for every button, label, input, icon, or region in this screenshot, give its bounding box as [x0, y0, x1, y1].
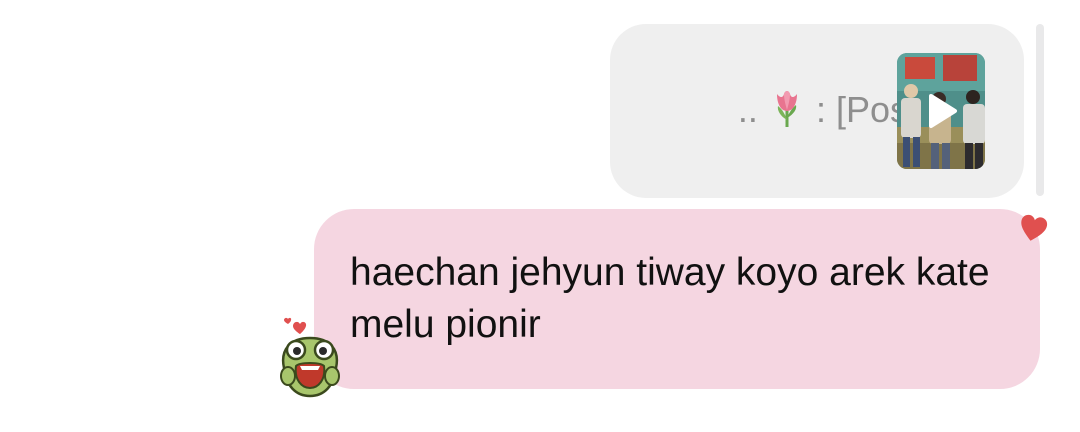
frog-sticker-icon[interactable]: [278, 310, 342, 405]
reply-indicator-bar: [1036, 24, 1044, 196]
quoted-prefix: ..: [737, 89, 758, 130]
tulip-emoji-icon: [770, 88, 804, 138]
red-heart-icon[interactable]: [1018, 214, 1048, 249]
chat-view: .. : [Post] haechan jehyun tiway koyo ar…: [0, 0, 1080, 432]
message-bubble[interactable]: haechan jehyun tiway koyo arek kate melu…: [314, 209, 1040, 389]
play-icon[interactable]: [897, 53, 985, 169]
message-text: haechan jehyun tiway koyo arek kate melu…: [350, 251, 990, 346]
